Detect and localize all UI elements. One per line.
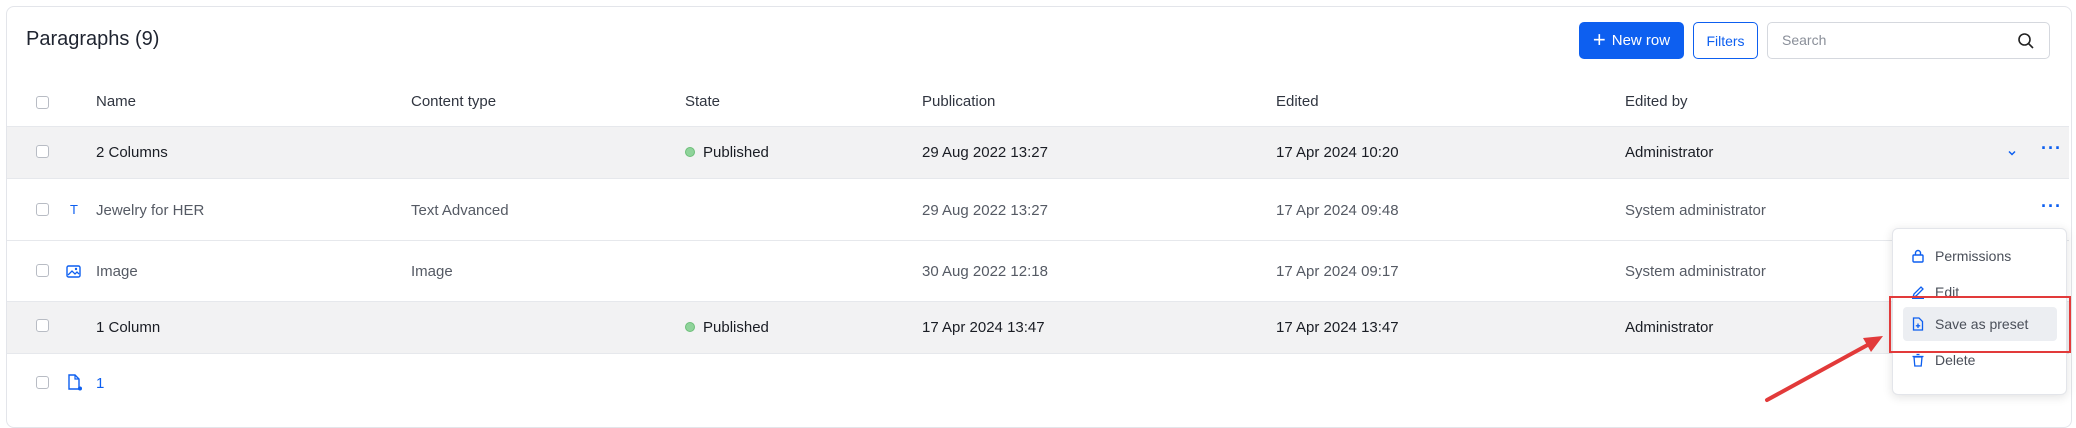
page-title: Paragraphs (9)	[26, 28, 160, 50]
image-icon	[66, 265, 81, 278]
row-edited: 17 Apr 2024 09:48	[1276, 202, 1399, 219]
row-edited-by: System administrator	[1625, 263, 1766, 280]
table-row[interactable]: T Jewelry for HER Text Advanced 29 Aug 2…	[7, 178, 2069, 241]
search-icon[interactable]	[2017, 32, 2035, 50]
highlight-box	[1889, 296, 2071, 353]
select-all-checkbox[interactable]	[36, 96, 49, 109]
row-edited: 17 Apr 2024 10:20	[1276, 144, 1399, 161]
table-row[interactable]: 2 Columns Published 29 Aug 2022 13:27 17…	[7, 126, 2069, 179]
more-actions-icon[interactable]: ···	[2041, 196, 2062, 217]
row-name[interactable]: Jewelry for HER	[96, 202, 204, 219]
table-row[interactable]: Image Image 30 Aug 2022 12:18 17 Apr 202…	[7, 240, 2069, 302]
row-edited-by: Administrator	[1625, 319, 1714, 336]
lock-icon	[1912, 249, 1924, 263]
search-input[interactable]	[1780, 31, 2014, 49]
row-publication: 17 Apr 2024 13:47	[922, 319, 1045, 336]
filters-button[interactable]: Filters	[1693, 22, 1758, 59]
row-edited: 17 Apr 2024 09:17	[1276, 263, 1399, 280]
trash-icon	[1912, 353, 1924, 367]
row-state: Published	[685, 144, 769, 161]
row-checkbox[interactable]	[36, 376, 49, 389]
column-header-edited[interactable]: Edited	[1276, 93, 1319, 110]
row-state: Published	[685, 319, 769, 336]
plus-icon: +	[1592, 26, 1606, 52]
row-publication: 29 Aug 2022 13:27	[922, 144, 1048, 161]
row-name[interactable]: Image	[96, 263, 138, 280]
text-type-icon: T	[70, 202, 78, 217]
row-checkbox[interactable]	[36, 264, 49, 277]
new-row-label: New row	[1611, 32, 1671, 49]
column-header-content-type[interactable]: Content type	[411, 93, 496, 110]
row-content-type: Text Advanced	[411, 202, 509, 219]
chevron-down-icon[interactable]	[2007, 148, 2017, 158]
column-header-publication[interactable]: Publication	[922, 93, 995, 110]
row-publication: 30 Aug 2022 12:18	[922, 263, 1048, 280]
new-row-button[interactable]: + New row	[1579, 22, 1684, 59]
column-header-edited-by[interactable]: Edited by	[1625, 93, 1688, 110]
row-checkbox[interactable]	[36, 319, 49, 332]
row-edited-by: Administrator	[1625, 144, 1714, 161]
column-header-name[interactable]: Name	[96, 93, 136, 110]
row-name[interactable]: 2 Columns	[96, 144, 168, 161]
row-publication: 29 Aug 2022 13:27	[922, 202, 1048, 219]
search-box	[1767, 22, 2050, 59]
row-content-type: Image	[411, 263, 453, 280]
column-header-state[interactable]: State	[685, 93, 720, 110]
row-name[interactable]: 1 Column	[96, 319, 160, 336]
row-checkbox[interactable]	[36, 203, 49, 216]
document-icon	[68, 374, 82, 391]
row-edited-by: System administrator	[1625, 202, 1766, 219]
published-dot-icon	[685, 147, 695, 158]
row-edited: 17 Apr 2024 13:47	[1276, 319, 1399, 336]
row-checkbox[interactable]	[36, 145, 49, 158]
published-dot-icon	[685, 322, 695, 333]
annotation-arrow-icon	[1765, 336, 1883, 402]
more-actions-icon[interactable]: ···	[2041, 138, 2062, 159]
menu-item-permissions[interactable]: Permissions	[1903, 239, 2057, 273]
row-name[interactable]: 1	[96, 375, 104, 392]
